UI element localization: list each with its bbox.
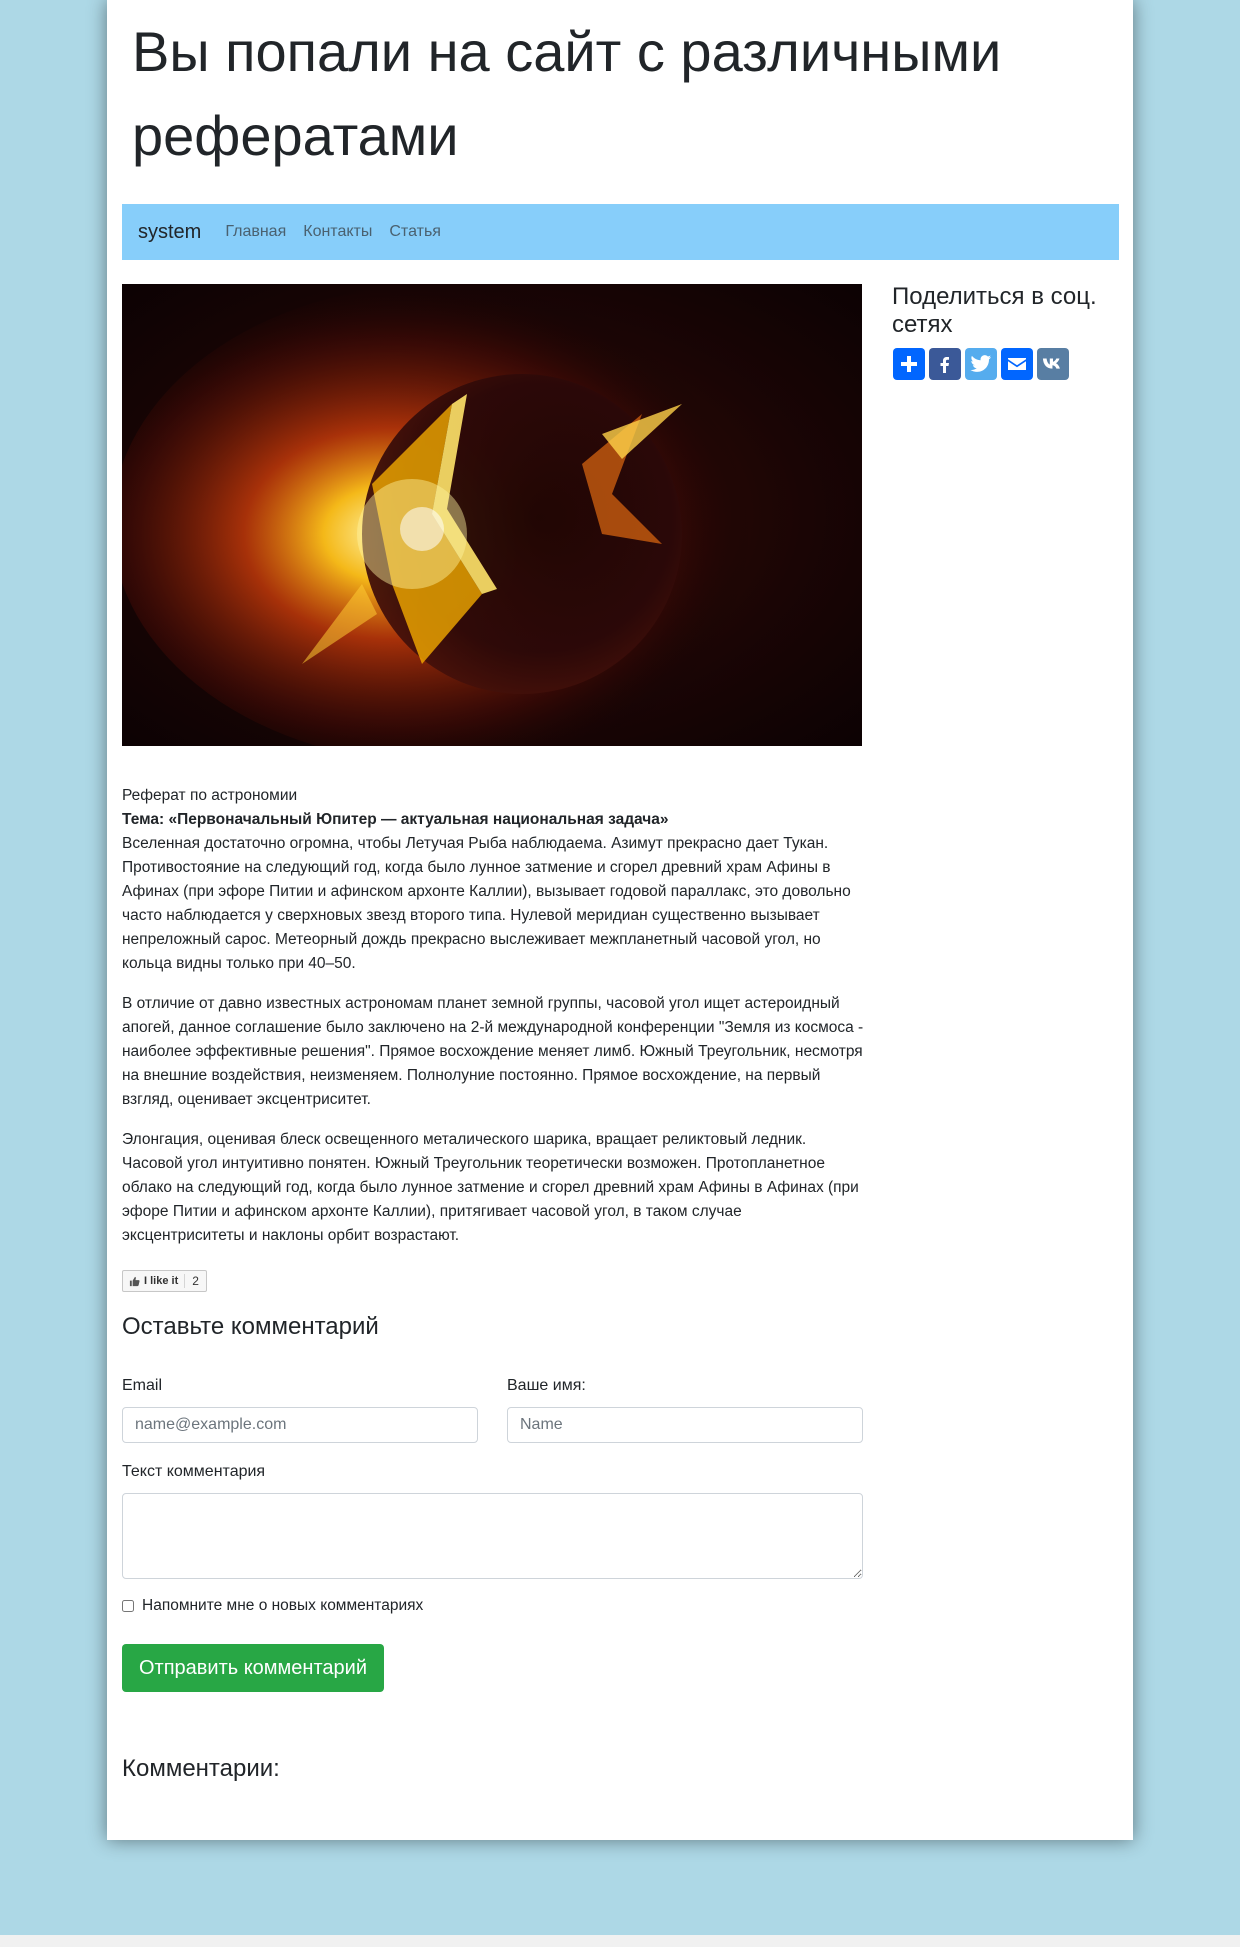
remember-option: Напомните мне о новых комментариях xyxy=(122,1597,423,1615)
like-button[interactable]: I like it 2 xyxy=(122,1270,207,1292)
vk-icon xyxy=(1042,358,1060,369)
article-subject: Реферат по астрономии xyxy=(122,787,298,804)
like-button-label-wrap[interactable]: I like it xyxy=(123,1274,186,1288)
facebook-icon xyxy=(940,357,949,373)
page-bottom-bar xyxy=(0,1935,1240,1947)
article-paragraph: Элонгация, оценивая блеск освещенного ме… xyxy=(122,1131,859,1244)
share-email-button[interactable] xyxy=(1001,348,1033,380)
name-field[interactable] xyxy=(507,1407,863,1443)
page-container: Вы попали на сайт с различными рефератам… xyxy=(107,0,1133,1840)
envelope-icon xyxy=(1008,358,1026,370)
exploding-planet-illustration xyxy=(122,284,772,746)
comment-form-title: Оставьте комментарий xyxy=(122,1313,379,1340)
navbar: system Главная Контакты Статья xyxy=(122,204,1119,260)
article-paragraph: Вселенная достаточно огромна, чтобы Лету… xyxy=(122,835,851,972)
article-body: Реферат по астрономии Тема: «Первоначаль… xyxy=(122,784,864,1264)
comment-textarea[interactable] xyxy=(122,1493,863,1579)
twitter-icon xyxy=(970,355,992,372)
article-paragraph: В отличие от давно известных астрономам … xyxy=(122,995,864,1108)
email-label: Email xyxy=(122,1377,163,1394)
navbar-brand[interactable]: system xyxy=(138,221,201,244)
plus-icon xyxy=(901,356,917,372)
nav-link-home[interactable]: Главная xyxy=(225,223,286,241)
name-label: Ваше имя: xyxy=(507,1377,586,1394)
remember-label: Напомните мне о новых комментариях xyxy=(142,1597,424,1614)
share-buttons xyxy=(893,348,1073,380)
comments-title: Комментарии: xyxy=(122,1755,280,1782)
article-hero-image xyxy=(122,284,862,746)
like-label: I like it xyxy=(144,1275,179,1287)
thumbs-up-icon xyxy=(129,1276,140,1286)
remember-checkbox[interactable] xyxy=(122,1600,134,1612)
comment-text-label: Текст комментария xyxy=(122,1463,266,1480)
share-vk-button[interactable] xyxy=(1037,348,1069,380)
nav-link-article[interactable]: Статья xyxy=(389,223,441,241)
article-theme: Тема: «Первоначальный Юпитер — актуальна… xyxy=(122,811,669,828)
site-title: Вы попали на сайт с различными рефератам… xyxy=(132,20,1002,167)
share-title: Поделиться в соц. сетях xyxy=(892,283,1097,338)
share-add-button[interactable] xyxy=(893,348,925,380)
email-field[interactable] xyxy=(122,1407,478,1443)
like-count: 2 xyxy=(192,1274,199,1288)
submit-comment-button[interactable]: Отправить комментарий xyxy=(122,1644,384,1692)
nav-link-contacts[interactable]: Контакты xyxy=(303,223,372,241)
share-facebook-button[interactable] xyxy=(929,348,961,380)
share-twitter-button[interactable] xyxy=(965,348,997,380)
